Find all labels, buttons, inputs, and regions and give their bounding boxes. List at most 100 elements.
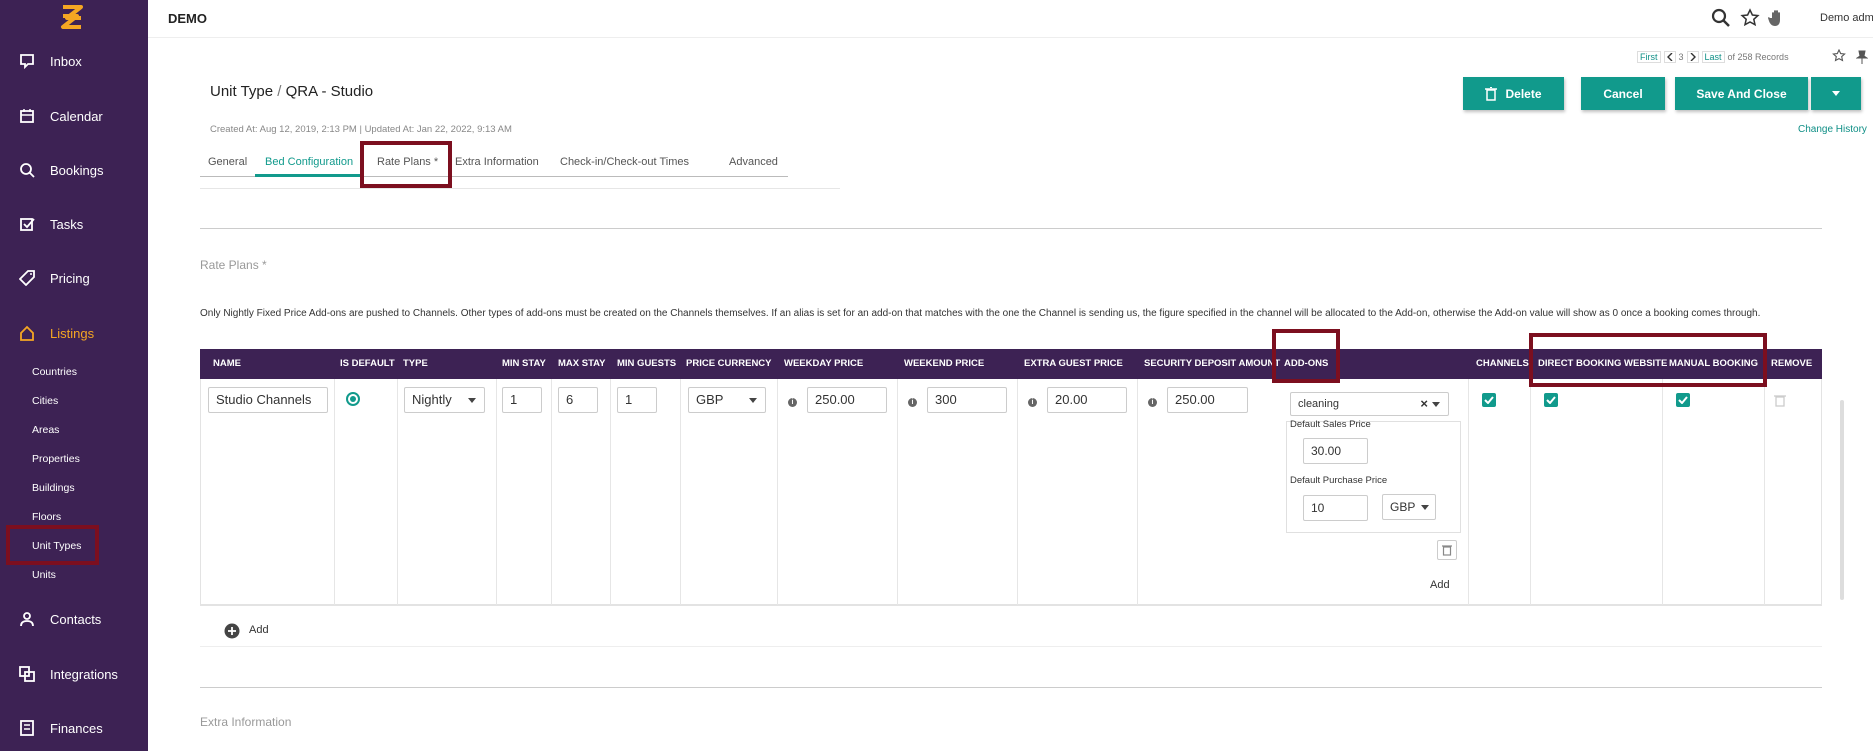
sidebar-item-tasks[interactable]: Tasks (0, 204, 148, 244)
add-addon-button[interactable]: Add (1430, 579, 1450, 591)
plus-circle-icon[interactable] (224, 623, 240, 644)
breadcrumb[interactable]: Unit Type (210, 83, 273, 100)
rate-type-value: Nightly (412, 392, 452, 407)
tab-check-in-out-times[interactable]: Check-in/Check-out Times (560, 156, 689, 168)
caret-down-icon (1421, 505, 1429, 510)
tasks-icon (18, 215, 36, 233)
price-currency-select[interactable]: GBP (688, 387, 766, 413)
column-header: CHANNELS (1476, 358, 1529, 369)
rate-plan-name-input[interactable]: Studio Channels (208, 387, 328, 413)
caret-down-icon (1832, 91, 1840, 96)
hand-icon[interactable] (1765, 6, 1789, 30)
user-menu[interactable]: Demo adm (1820, 12, 1873, 24)
sidebar-item-finances[interactable]: Finances (0, 708, 148, 748)
sidebar-item-contacts[interactable]: Contacts (0, 599, 148, 639)
calendar-icon (18, 107, 36, 125)
caret-down-icon (468, 398, 476, 403)
addons-note: Only Nightly Fixed Price Add-ons are pus… (200, 308, 1761, 319)
remove-row-button[interactable] (1774, 394, 1786, 412)
addon-select[interactable]: cleaning × (1290, 392, 1449, 416)
tab-extra-information[interactable]: Extra Information (455, 156, 539, 168)
sidebar-subitem-countries[interactable]: Countries (32, 362, 77, 382)
sidebar-item-calendar[interactable]: Calendar (0, 96, 148, 136)
info-icon[interactable]: i (908, 398, 917, 407)
clear-icon[interactable]: × (1420, 393, 1428, 415)
pin-icon[interactable] (1855, 50, 1869, 69)
column-header: MIN GUESTS (617, 358, 677, 369)
save-and-close-button[interactable]: Save And Close (1675, 77, 1808, 110)
sidebar-subitem-units[interactable]: Units (32, 565, 56, 585)
sidebar-subitem-areas[interactable]: Areas (32, 420, 59, 440)
column-header: EXTRA GUEST PRICE (1024, 358, 1123, 369)
tab-bed-configuration[interactable]: Bed Configuration (265, 156, 353, 168)
column-header: MIN STAY (502, 358, 546, 369)
rate-type-select[interactable]: Nightly (404, 387, 485, 413)
trash-icon (1442, 545, 1452, 556)
integrations-icon (18, 665, 36, 683)
org-name: DEMO (168, 11, 207, 26)
add-rate-plan-button[interactable]: Add (249, 624, 269, 636)
highlight-addons-column (1272, 329, 1340, 383)
sidebar-item-inbox[interactable]: Inbox (0, 41, 148, 81)
info-icon[interactable]: i (1028, 398, 1037, 407)
weekend-price-input[interactable]: 300 (927, 387, 1007, 413)
column-divider (1468, 379, 1469, 605)
default-purchase-price-input[interactable]: 10 (1303, 495, 1368, 521)
last-record-link[interactable]: Last (1701, 51, 1725, 63)
first-record-link[interactable]: First (1637, 51, 1661, 63)
contacts-icon (18, 610, 36, 628)
column-header: WEEKDAY PRICE (784, 358, 864, 369)
column-divider (1137, 379, 1138, 605)
star-icon[interactable] (1738, 6, 1762, 30)
direct-booking-checkbox[interactable] (1544, 393, 1558, 407)
sidebar-subitem-floors[interactable]: Floors (32, 507, 61, 527)
purchase-currency-select[interactable]: GBP (1382, 494, 1436, 520)
column-header: REMOVE (1771, 358, 1813, 369)
save-options-dropdown[interactable] (1811, 77, 1861, 110)
weekday-price-input[interactable]: 250.00 (807, 387, 887, 413)
min-stay-input[interactable]: 1 (502, 387, 542, 413)
app-logo[interactable] (60, 4, 84, 30)
active-tab-indicator (255, 174, 360, 177)
prev-record-button[interactable] (1663, 51, 1676, 63)
info-icon[interactable]: i (1148, 398, 1157, 407)
sidebar-item-bookings[interactable]: Bookings (0, 150, 148, 190)
tab-general[interactable]: General (208, 156, 247, 168)
inbox-icon (18, 52, 36, 70)
sidebar-item-listings[interactable]: Listings (0, 313, 148, 353)
sidebar-subitem-buildings[interactable]: Buildings (32, 478, 75, 498)
current-record-number: 3 (1678, 52, 1684, 62)
channels-checkbox[interactable] (1482, 393, 1496, 407)
delete-button[interactable]: Delete (1463, 77, 1564, 110)
is-default-radio[interactable] (346, 392, 360, 406)
sidebar-subitem-properties[interactable]: Properties (32, 449, 80, 469)
home-icon (18, 324, 36, 342)
next-record-button[interactable] (1686, 51, 1699, 63)
column-divider (551, 379, 552, 605)
addon-remove-button[interactable] (1437, 540, 1457, 560)
default-sales-price-input[interactable]: 30.00 (1303, 438, 1368, 464)
sidebar-item-label: Tasks (50, 216, 84, 232)
record-navigation: First 3 Last of 258 Records (1637, 51, 1789, 63)
sidebar-item-label: Integrations (50, 666, 118, 682)
sidebar-item-label: Contacts (50, 611, 102, 627)
max-stay-input[interactable]: 6 (558, 387, 598, 413)
column-divider (334, 379, 335, 605)
min-guests-input[interactable]: 1 (617, 387, 657, 413)
info-icon[interactable]: i (788, 398, 797, 407)
manual-booking-checkbox[interactable] (1676, 393, 1690, 407)
scrollbar[interactable] (1840, 400, 1844, 600)
extra-guest-price-input[interactable]: 20.00 (1047, 387, 1127, 413)
tab-advanced[interactable]: Advanced (729, 156, 778, 168)
change-history-link[interactable]: Change History (1798, 124, 1867, 135)
security-deposit-input[interactable]: 250.00 (1167, 387, 1248, 413)
search-icon[interactable] (1709, 6, 1733, 30)
column-header: SECURITY DEPOSIT AMOUNT (1144, 358, 1281, 369)
cancel-button[interactable]: Cancel (1581, 77, 1665, 110)
column-divider (680, 379, 681, 605)
sidebar-item-pricing[interactable]: Pricing (0, 258, 148, 298)
star-icon[interactable] (1832, 48, 1846, 68)
sidebar-item-integrations[interactable]: Integrations (0, 654, 148, 694)
breadcrumb-separator: / (277, 83, 282, 100)
sidebar-subitem-cities[interactable]: Cities (32, 391, 58, 411)
